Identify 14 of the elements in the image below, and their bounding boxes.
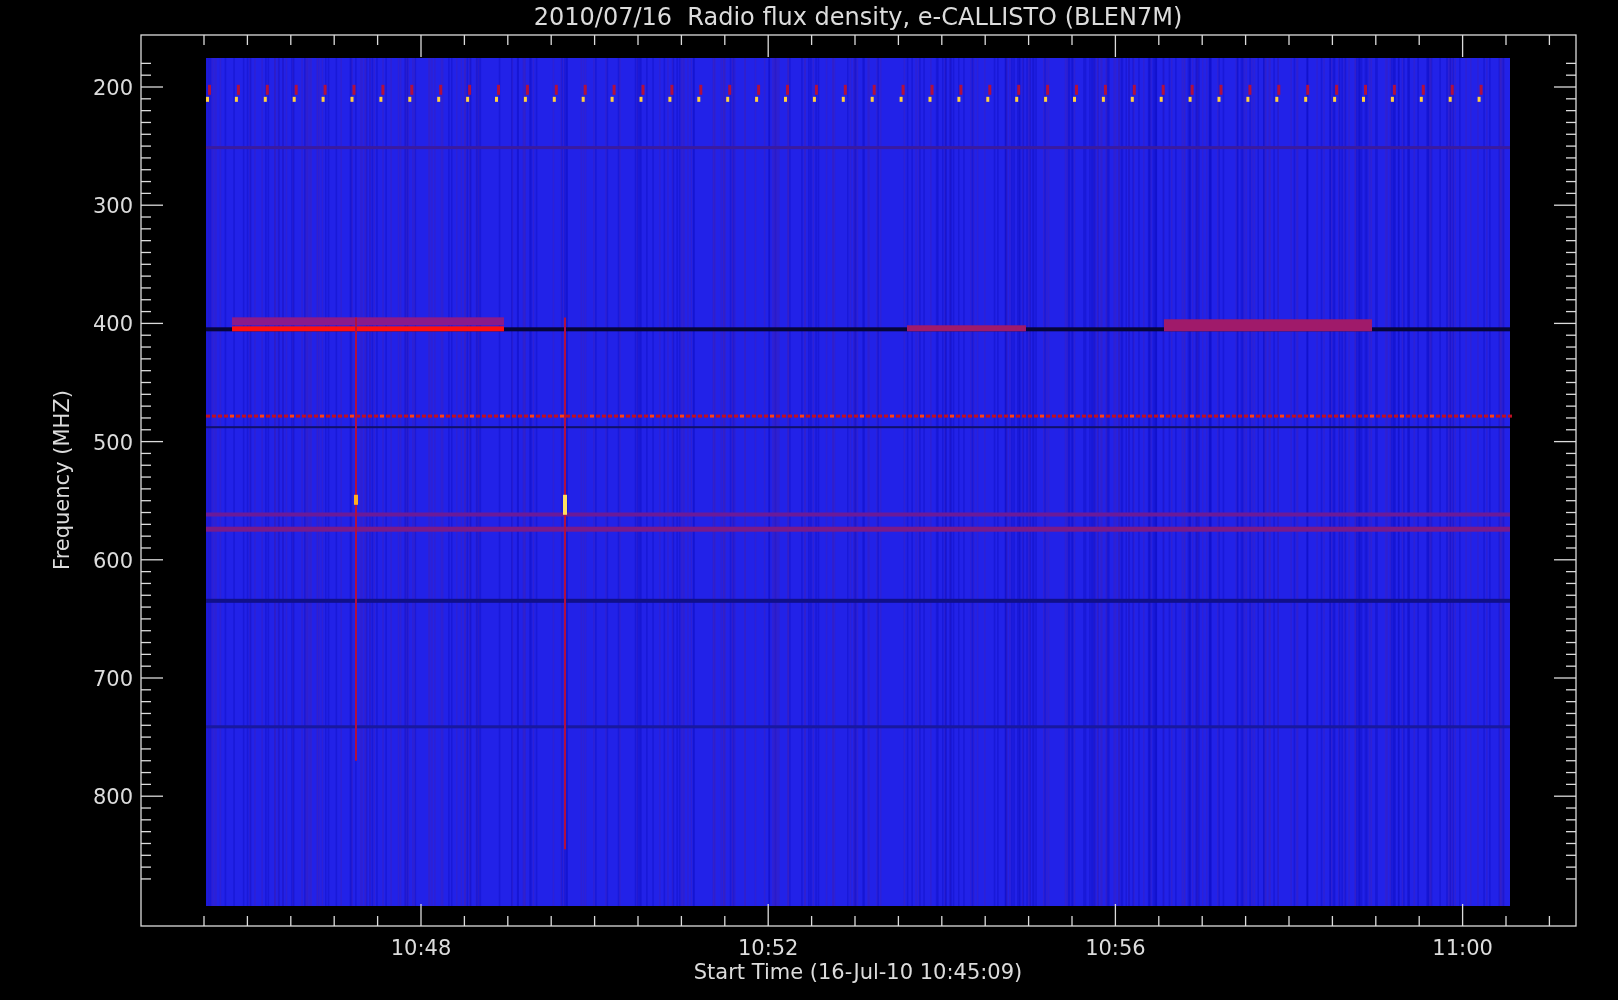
x-tick-label: 10:56	[1085, 936, 1146, 960]
x-axis-label: Start Time (16-Jul-10 10:45:09)	[693, 960, 1023, 984]
y-tick-label: 500	[92, 430, 133, 455]
x-tick-label: 10:48	[390, 936, 452, 960]
x-tick-label: 10:52	[737, 936, 799, 960]
y-tick-label: 400	[92, 312, 133, 337]
y-tick-label: 300	[92, 194, 133, 219]
y-tick-label: 600	[92, 548, 133, 573]
chart-title: 2010/07/16 Radio flux density, e-CALLISTO (BLEN7M)	[533, 3, 1183, 31]
y-axis-label: Frequency (MHZ)	[50, 390, 74, 570]
x-tick-label: 11:00	[1432, 936, 1493, 960]
y-tick-label: 200	[92, 76, 133, 100]
y-tick-label: 800	[92, 785, 133, 810]
y-tick-label: 700	[92, 667, 133, 691]
